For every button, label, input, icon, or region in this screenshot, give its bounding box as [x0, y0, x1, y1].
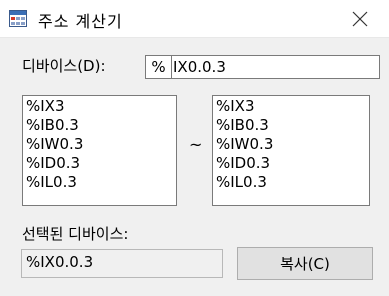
close-icon[interactable] — [340, 7, 380, 31]
list-item[interactable]: %ID0.3 — [26, 154, 176, 173]
calculator-grid-icon — [9, 10, 27, 27]
copy-button[interactable]: 복사(C) — [237, 247, 373, 280]
range-separator: ~ — [189, 135, 203, 154]
list-item[interactable]: %IW0.3 — [216, 135, 369, 154]
selected-device-label: 선택된 디바이스: — [22, 225, 129, 243]
list-item[interactable]: %IB0.3 — [26, 116, 176, 135]
range-end-list[interactable]: %IX3 %IB0.3 %IW0.3 %ID0.3 %IL0.3 — [212, 95, 370, 206]
list-item[interactable]: %IL0.3 — [216, 173, 369, 192]
list-item[interactable]: %IX3 — [26, 97, 176, 116]
title-bar: 주소 계산기 — [0, 0, 389, 38]
device-label: 디바이스(D): — [22, 57, 106, 75]
device-prefix: % — [146, 56, 172, 78]
window-title: 주소 계산기 — [38, 12, 123, 31]
list-item[interactable]: %IL0.3 — [26, 173, 176, 192]
device-field[interactable]: % — [145, 55, 380, 79]
list-item[interactable]: %IX3 — [216, 97, 369, 116]
selected-device-value: %IX0.0.3 — [21, 249, 223, 278]
list-item[interactable]: %IW0.3 — [26, 135, 176, 154]
list-item[interactable]: %ID0.3 — [216, 154, 369, 173]
device-input[interactable] — [173, 56, 373, 78]
list-item[interactable]: %IB0.3 — [216, 116, 369, 135]
range-start-list[interactable]: %IX3 %IB0.3 %IW0.3 %ID0.3 %IL0.3 — [22, 95, 177, 206]
